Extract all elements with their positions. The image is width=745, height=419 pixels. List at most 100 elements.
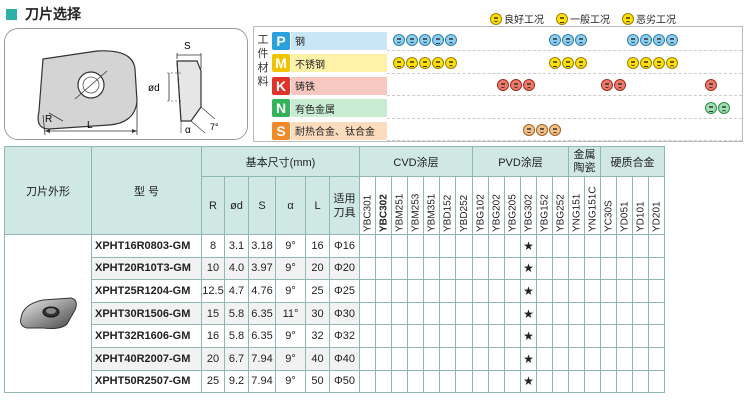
grade-cell (423, 234, 440, 258)
available-star-icon: ★ (523, 351, 534, 366)
grade-cell (375, 234, 392, 258)
grade-cell (568, 279, 585, 303)
material-row-M: M 不锈钢 (272, 53, 742, 74)
grade-cell (648, 324, 665, 348)
grade-cell (632, 369, 649, 394)
grade-cell (455, 324, 473, 348)
bad-condition-icon (575, 56, 587, 69)
dim-cell-tool: Φ50 (329, 369, 360, 394)
header-grade-YBM251: YBM251 (391, 176, 408, 235)
table-row: XPHT25R1204-GM 12.5 4.7 4.76 9° 25 Φ25 ★ (5, 279, 665, 303)
grade-cell: ★ (520, 279, 537, 303)
material-rating-grid (387, 30, 742, 51)
grade-cell (359, 346, 376, 371)
grade-cell (584, 279, 601, 303)
grade-cell (504, 279, 521, 303)
grade-cell (472, 369, 489, 394)
dim-cell-L: 50 (305, 369, 330, 394)
grade-cell (423, 369, 440, 394)
dim-cell-L: 32 (305, 324, 330, 348)
material-rating-grid (387, 53, 742, 74)
dim-cell-R: 15 (201, 301, 225, 326)
material-name: 铸铁 (291, 76, 387, 95)
grade-cell (584, 234, 601, 258)
insert-drawing: L R S ød α 7° (37, 41, 219, 136)
dim-cell-a: 9° (275, 234, 306, 258)
grade-cell (407, 234, 424, 258)
grade-cell (359, 369, 376, 394)
header-grade-YBG102: YBG102 (472, 176, 489, 235)
material-badge-N: N (272, 99, 290, 117)
mid-condition-icon (562, 56, 574, 69)
grade-cell (375, 279, 392, 303)
available-star-icon: ★ (523, 306, 534, 321)
header-dim: 适用刀具 (329, 176, 360, 235)
grade-cell (455, 346, 473, 371)
available-star-icon: ★ (523, 261, 534, 276)
header-grade-YBC301: YBC301 (359, 176, 376, 235)
grade-cell (488, 256, 505, 281)
grade-cell (439, 324, 456, 348)
grade-cell (359, 324, 376, 348)
workpiece-material-panel: 工件材料 P 钢 M 不锈钢 K 铸铁 N 有色金属 S 耐热合金、钛合金 (253, 26, 743, 142)
grade-cell (584, 256, 601, 281)
header-shape: 刀片外形 (4, 146, 92, 235)
model-cell: XPHT32R1606-GM (91, 324, 202, 348)
grade-cell (407, 346, 424, 371)
dim-cell-S: 6.35 (248, 301, 276, 326)
material-name: 不锈钢 (291, 54, 387, 72)
header-grade-YBD252: YBD252 (455, 176, 473, 235)
mid-condition-icon (705, 101, 717, 114)
header-grade-YD201: YD201 (648, 176, 665, 235)
dim-cell-tool: Φ16 (329, 234, 360, 258)
header-grade-YBD152: YBD152 (439, 176, 456, 235)
grade-cell (536, 301, 553, 326)
grade-cell (616, 324, 633, 348)
label-S: S (184, 41, 191, 52)
model-cell: XPHT20R10T3-GM (91, 256, 202, 281)
grade-cell (407, 301, 424, 326)
grade-cell (439, 234, 456, 258)
header-grade-YC30S: YC30S (600, 176, 617, 235)
dim-cell-S: 4.76 (248, 279, 276, 303)
available-star-icon: ★ (523, 374, 534, 389)
good-condition-icon (627, 56, 639, 69)
mid-condition-icon (406, 56, 418, 69)
dim-cell-L: 16 (305, 234, 330, 258)
grade-cell (455, 234, 473, 258)
header-grade-YNG151C: YNG151C (584, 176, 601, 235)
grade-cell (552, 301, 569, 326)
good-condition-icon (393, 34, 405, 46)
grade-cell: ★ (520, 301, 537, 326)
grade-cell (648, 279, 665, 303)
grade-cell (423, 279, 440, 303)
bad-condition-icon (666, 34, 678, 46)
dim-cell-a: 9° (275, 324, 306, 348)
grade-cell (504, 324, 521, 348)
grade-cell (391, 369, 408, 394)
label-R: R (45, 114, 52, 125)
header-dim: S (248, 176, 276, 235)
material-rating-grid (387, 98, 742, 119)
good-condition-icon (705, 79, 717, 91)
grade-cell (600, 279, 617, 303)
grade-cell (472, 346, 489, 371)
grade-cell (391, 256, 408, 281)
grade-cell (632, 234, 649, 258)
dim-cell-S: 7.94 (248, 346, 276, 371)
header-dim: R (201, 176, 225, 235)
dim-cell-R: 16 (201, 324, 225, 348)
grade-cell (455, 301, 473, 326)
legend-item-good: 良好工况 (490, 11, 544, 26)
grade-cell: ★ (520, 256, 537, 281)
header-dim: ød (224, 176, 249, 235)
dim-cell-L: 20 (305, 256, 330, 281)
dim-cell-d: 4.0 (224, 256, 249, 281)
header-grade-YBG302: YBG302 (520, 176, 537, 235)
good-condition-icon (406, 34, 418, 46)
grade-cell (552, 256, 569, 281)
model-cell: XPHT16R0803-GM (91, 234, 202, 258)
good-condition-icon (653, 34, 665, 46)
grade-cell (359, 234, 376, 258)
header-grade-YNG151: YNG151 (568, 176, 585, 235)
